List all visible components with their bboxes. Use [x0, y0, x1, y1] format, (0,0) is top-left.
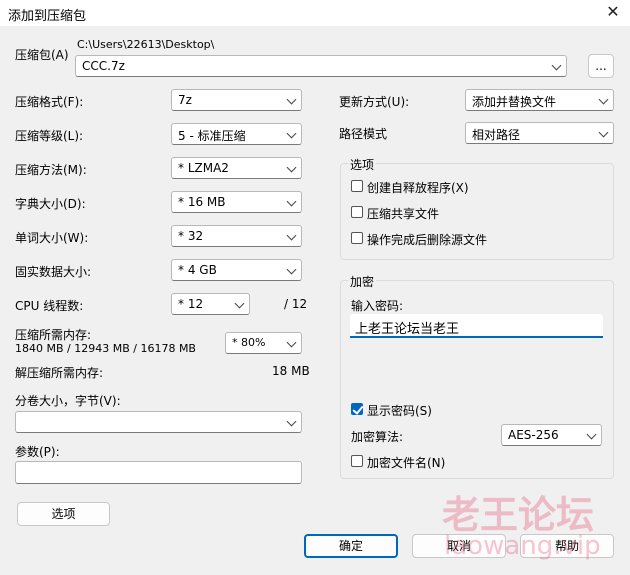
mem-decomp-label: 解压缩所需内存: — [15, 366, 104, 380]
format-label: 压缩格式(F): — [15, 95, 84, 109]
method-value: * LZMA2 — [178, 161, 229, 175]
archive-label: 压缩包(A) — [15, 48, 69, 62]
threads-value: * 12 — [178, 297, 204, 311]
method-label: 压缩方法(M): — [15, 163, 87, 177]
chevron-down-icon — [286, 337, 297, 348]
chevron-down-icon — [286, 416, 297, 427]
close-icon[interactable]: ✕ — [604, 2, 622, 22]
delete-checkbox-box[interactable] — [351, 232, 363, 244]
browse-button[interactable]: ... — [588, 54, 614, 78]
threads-combo[interactable]: * 12 — [171, 293, 250, 315]
format-value: 7z — [178, 93, 192, 107]
dict-combo[interactable]: * 16 MB — [171, 191, 302, 213]
level-label: 压缩等级(L): — [15, 129, 84, 143]
sfx-checkbox-label: 创建自释放程序(X) — [367, 181, 469, 195]
threads-label: CPU 线程数: — [15, 299, 84, 313]
level-value: 5 - 标准压缩 — [178, 129, 246, 143]
delete-checkbox-label: 操作完成后删除源文件 — [367, 233, 488, 247]
path-mode-value: 相对路径 — [472, 128, 521, 142]
chevron-down-icon — [286, 94, 297, 105]
word-label: 单词大小(W): — [15, 231, 89, 245]
chevron-down-icon — [234, 298, 245, 309]
chevron-down-icon — [586, 429, 597, 440]
method-combo[interactable]: * LZMA2 — [171, 157, 302, 179]
watermark-url: laowang.vip — [444, 531, 601, 561]
show-password-label: 显示密码(S) — [367, 404, 432, 418]
update-label: 更新方式(U): — [339, 95, 410, 109]
solid-label: 固实数据大小: — [15, 265, 92, 279]
ok-button[interactable]: 确定 — [304, 534, 398, 558]
mem-comp-label: 压缩所需内存: — [15, 328, 92, 342]
path-mode-label: 路径模式 — [339, 127, 388, 141]
mem-comp-value: * 80% — [232, 336, 266, 349]
level-combo[interactable]: 5 - 标准压缩 — [171, 123, 302, 145]
params-label: 参数(P): — [15, 445, 60, 459]
solid-value: * 4 GB — [178, 263, 217, 277]
encryption-method-label: 加密算法: — [351, 430, 404, 444]
volume-label: 分卷大小，字节(V): — [15, 394, 121, 408]
archive-name-combo[interactable]: CCC.7z — [75, 55, 567, 77]
dict-value: * 16 MB — [178, 195, 226, 209]
shared-checkbox-label: 压缩共享文件 — [367, 207, 440, 221]
archive-path: C:\Users\22613\Desktop\ — [77, 38, 215, 51]
params-input[interactable] — [15, 461, 302, 484]
encryption-method-value: AES-256 — [508, 428, 559, 442]
chevron-down-icon — [286, 128, 297, 139]
word-combo[interactable]: * 32 — [171, 225, 302, 247]
dict-label: 字典大小(D): — [15, 197, 86, 211]
sfx-checkbox-box[interactable] — [351, 180, 363, 192]
show-password-checkbox-box[interactable] — [351, 403, 363, 415]
path-mode-combo[interactable]: 相对路径 — [465, 122, 614, 144]
chevron-down-icon — [598, 94, 609, 105]
mem-comp-detail: 1840 MB / 12943 MB / 16178 MB — [15, 342, 196, 355]
options-group-title: 选项 — [348, 156, 377, 173]
solid-combo[interactable]: * 4 GB — [171, 259, 302, 281]
shared-checkbox-box[interactable] — [351, 206, 363, 218]
password-label: 输入密码: — [351, 299, 404, 313]
mem-comp-combo[interactable]: * 80% — [225, 332, 302, 354]
chevron-down-icon — [551, 60, 562, 71]
archive-name-value: CCC.7z — [82, 59, 125, 73]
update-combo[interactable]: 添加并替换文件 — [465, 89, 614, 111]
chevron-down-icon — [286, 230, 297, 241]
chevron-down-icon — [286, 162, 297, 173]
window-title: 添加到压缩包 — [8, 9, 87, 24]
encrypt-names-label: 加密文件名(N) — [367, 456, 446, 470]
options-button[interactable]: 选项 — [17, 502, 110, 526]
chevron-down-icon — [598, 127, 609, 138]
encryption-method-combo[interactable]: AES-256 — [501, 424, 602, 446]
title-bar — [0, 0, 630, 26]
chevron-down-icon — [286, 264, 297, 275]
encrypt-names-checkbox-box[interactable] — [351, 455, 363, 467]
password-value: 上老王论坛当老王 — [355, 322, 460, 337]
encryption-group-title: 加密 — [348, 273, 377, 290]
password-input[interactable]: 上老王论坛当老王 — [350, 314, 603, 338]
volume-combo[interactable] — [15, 411, 302, 433]
threads-total: / 12 — [284, 297, 308, 311]
word-value: * 32 — [178, 229, 204, 243]
update-value: 添加并替换文件 — [472, 95, 557, 109]
mem-decomp-value: 18 MB — [272, 364, 310, 378]
chevron-down-icon — [286, 196, 297, 207]
format-combo[interactable]: 7z — [171, 89, 302, 111]
